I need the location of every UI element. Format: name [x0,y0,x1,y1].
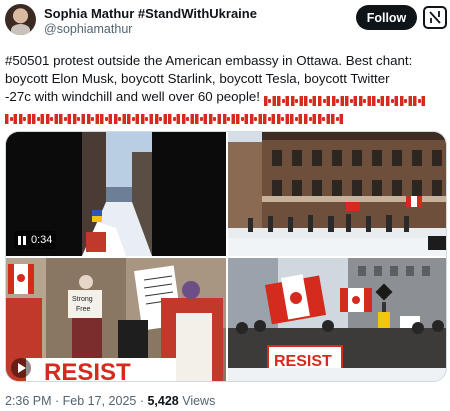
canada-flag-emoji [5,113,17,124]
photo-resist: RESIST [228,258,446,381]
grok-icon [429,11,441,24]
canada-flag-emoji [86,113,99,124]
meta-separator: · [51,394,63,408]
canada-flag-emoji [386,95,399,106]
canada-flag-emoji [372,95,385,106]
resist-sign-text: RESIST [274,353,332,370]
tweet-text: #50501 protest outside the American emba… [5,52,447,124]
canada-flag-emoji [304,113,317,124]
pause-icon[interactable] [18,235,26,245]
canada-flag-emoji [276,113,289,124]
tweet-text-line-1: #50501 protest outside the American emba… [5,53,413,68]
sign-text-strong: Strong [72,296,93,303]
canada-flag-emoji [113,113,126,124]
canada-flag-emoji [317,113,330,124]
canada-flag-emoji [195,113,208,124]
media-video[interactable]: 0:34 [6,132,226,256]
author-name[interactable]: Sophia Mathur #StandWithUkraine [44,6,257,21]
media-photo-resist[interactable]: RESIST [228,258,446,381]
canada-flag-emoji [263,113,276,124]
tweet-time[interactable]: 2:36 PM [5,394,52,408]
canada-flag-emoji [59,113,72,124]
views-label: Views [178,394,216,408]
canada-flag-emoji [290,113,303,124]
avatar[interactable] [5,4,36,35]
canada-flag-emoji [32,113,45,124]
canada-flag-emoji [72,113,85,124]
canada-flag-emoji [331,113,344,124]
play-icon[interactable] [11,358,31,378]
tweet-date[interactable]: Feb 17, 2025 [63,394,137,408]
canada-flag-emoji [290,95,303,106]
canada-flag-emoji [277,95,290,106]
canada-flag-emoji [208,113,221,124]
media-photo-embassy[interactable] [228,132,446,256]
canada-flag-emoji [318,95,331,106]
tweet-header: Sophia Mathur #StandWithUkraine @sophiam… [0,0,450,40]
banner-text: RESIST [44,359,131,382]
canada-flag-emoji [413,95,426,106]
canada-flag-emoji [236,113,249,124]
tweet-text-line-3-text: -27c with windchill and well over 60 peo… [5,89,260,104]
canada-flag-emoji-row [5,109,345,124]
tweet-text-line-3: -27c with windchill and well over 60 peo… [5,88,447,106]
photo-embassy [228,132,446,256]
canada-flag-emoji [45,113,58,124]
video-duration: 0:34 [14,231,57,249]
meta-separator: · [136,394,148,408]
tweet-text-line-2: boycott Elon Musk, boycott Starlink, boy… [5,71,390,86]
grok-button[interactable] [423,6,447,29]
sign-text-free: Free [76,306,91,313]
canada-flag-emoji [127,113,140,124]
tweet-meta: 2:36 PM · Feb 17, 2025 · 5,428 Views [5,394,215,408]
canada-flag-emoji [168,113,181,124]
video-time: 0:34 [31,234,53,246]
follow-button[interactable]: Follow [356,5,417,30]
canada-flag-emoji [154,113,167,124]
canada-flag-emoji [345,95,358,106]
canada-flag-emoji [263,95,276,106]
canada-flag-emoji [304,95,317,106]
media-photo-protesters[interactable]: Strong Free RESIST [6,258,226,382]
photo-protesters: Strong Free RESIST [6,258,226,382]
media-grid: 0:34 Strong Free RESIST RESIST [5,131,447,382]
author-handle[interactable]: @sophiamathur [44,22,132,36]
canada-flag-emoji [100,113,113,124]
canada-flag-emoji [181,113,194,124]
canada-flag-emoji [249,113,262,124]
canada-flag-emoji [331,95,344,106]
canada-flag-emoji [18,113,31,124]
canada-flag-emoji [399,95,412,106]
tweet-text-line-4 [5,106,447,124]
canada-flag-emoji [140,113,153,124]
canada-flag-emoji [222,113,235,124]
views-count: 5,428 [147,394,179,408]
canada-flag-emoji [358,95,371,106]
canada-flag-emoji-row [263,91,427,106]
